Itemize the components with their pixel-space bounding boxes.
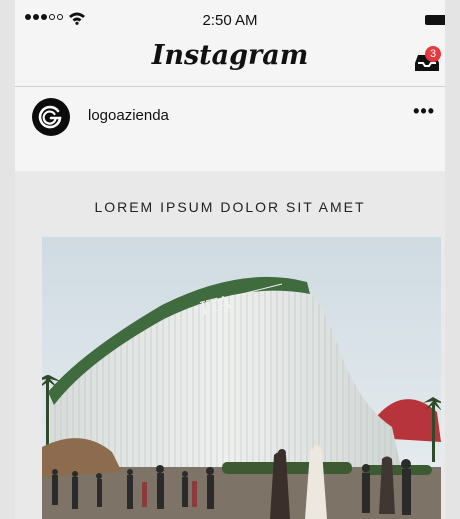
status-bar: 2:50 AM [15,0,445,40]
pavilion-photo: ITA [42,237,441,519]
brand-logo-icon [38,105,62,129]
more-options-button[interactable]: ••• [413,101,435,122]
app-frame: 2:50 AM Instagram 3 logoazienda ••• LORE… [15,0,445,519]
post-image[interactable]: ITA [42,237,441,519]
status-time: 2:50 AM [202,12,258,29]
post-headline: LOREM IPSUM DOLOR SIT AMET [94,199,366,215]
notification-badge: 3 [425,46,441,62]
avatar[interactable] [32,98,70,136]
post-content: LOREM IPSUM DOLOR SIT AMET ITA [15,171,445,519]
post-username[interactable]: logoazienda [88,107,169,124]
battery-icon [425,15,445,25]
top-navigation: Instagram 3 [15,36,445,87]
direct-inbox-button[interactable]: 3 [413,46,441,74]
post-header: logoazienda ••• [15,87,445,147]
app-title-logo[interactable]: Instagram [15,40,445,71]
